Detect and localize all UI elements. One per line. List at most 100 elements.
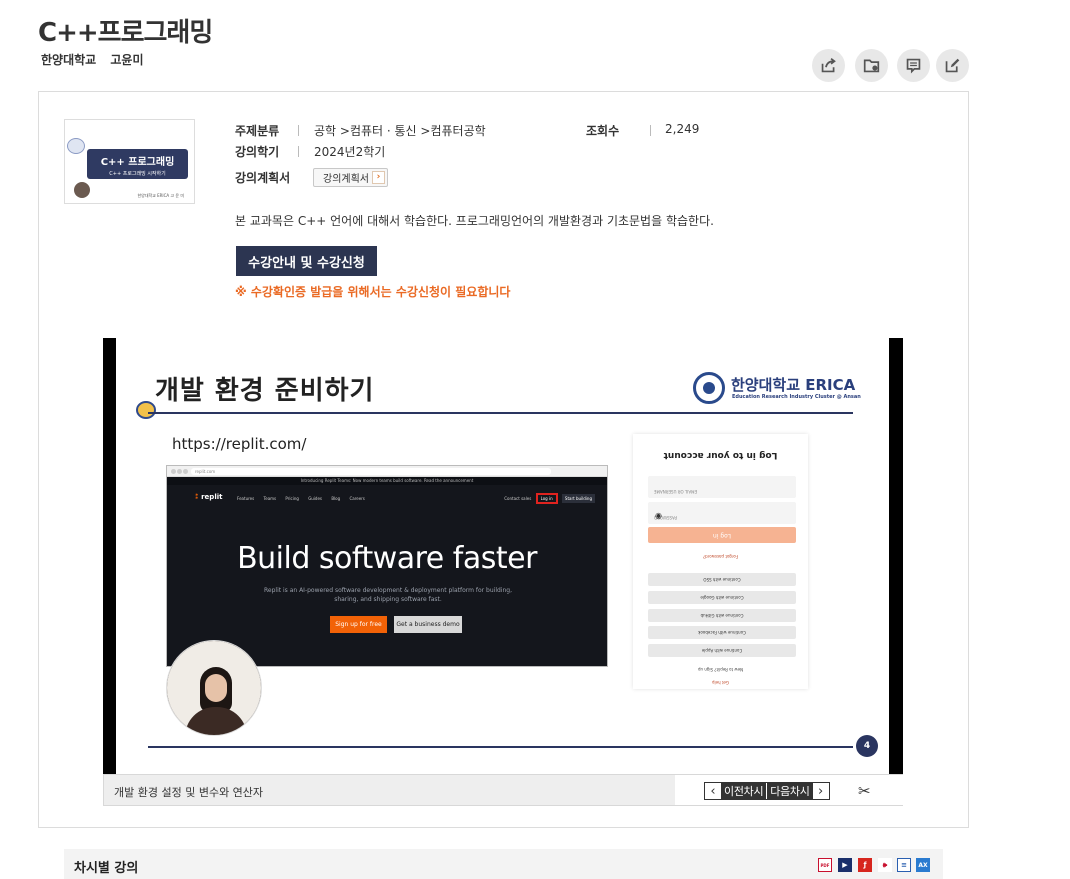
divider [650,125,651,136]
chevron-left-icon[interactable]: ‹ [705,783,721,799]
views-value: 2,249 [665,122,700,136]
github-button: Continue with GitHub [648,609,796,622]
forgot-password: Forgot password? [702,554,739,559]
professor-avatar [74,182,90,198]
mascot-icon [136,401,156,419]
login-card-title: Log in to your account [663,450,778,460]
webcam-face [205,674,227,702]
share-button[interactable] [812,49,845,82]
slide-divider [148,746,853,748]
divider [298,125,299,136]
folder-add-icon [863,59,880,73]
login-card-button: Log in [648,527,796,543]
replit-nav-links: Features Teams Pricing Guides Blog Caree… [237,496,373,501]
eye-icon: ◉ [655,511,662,520]
semester-value: 2024년2학기 [314,145,386,159]
signup-prompt: New to Replit? Sign up [697,667,744,672]
professor-name: 고윤미 [110,53,144,67]
thumbnail-badge: C++ 프로그래밍 C++ 프로그래밍 시작하기 [87,149,188,179]
video-icon[interactable]: ▶ [838,858,852,872]
document-icon[interactable]: ≡ [897,858,911,872]
flash-icon[interactable]: ƒ [858,858,872,872]
edit-icon [945,58,960,73]
views-label: 조회수 [586,124,620,138]
facebook-button: Continue with Facebook [648,626,796,639]
browser-address: replit.com [191,468,551,475]
signup-cta: Sign up for free [330,616,387,633]
login-highlight: Log in [535,493,558,504]
audio-icon[interactable]: 🕪 [878,858,892,872]
nav-link: Teams [263,496,277,501]
replit-logo: ⁑ replit [195,493,223,501]
slide-divider [148,412,853,414]
folder-add-button[interactable] [855,49,888,82]
thumbnail-subtitle: C++ 프로그래밍 시작하기 [109,171,166,177]
replit-nav-actions: Contact sales Log in Start building [504,493,595,504]
mascot-icon [67,138,85,154]
slide-url: https://replit.com/ [172,435,307,453]
browser-screenshot: replit.com Introducing Replit Teams: Now… [166,465,608,667]
slide-title: 개발 환경 준비하기 [155,376,375,406]
nav-link: Features [237,496,255,501]
nav-link: Guides [308,496,323,501]
video-player[interactable]: 개발 환경 준비하기 한양대학교 ERICA Education Researc… [103,338,903,774]
episode-nav: ‹ 이전차시 다음차시 › [704,782,830,800]
apple-button: Continue with Apple [648,644,796,657]
pdf-icon[interactable]: PDF [818,858,832,872]
browser-chrome: replit.com [167,466,607,477]
password-field: PASSWORD [648,502,796,524]
google-button: Continue with Google [648,591,796,604]
replit-nav: ⁑ replit Features Teams Pricing Guides B… [195,493,595,505]
divider [298,146,299,157]
video-control-bar: 개발 환경 설정 및 변수와 연산자 ‹ 이전차시 다음차시 › ✂ [103,774,903,806]
nav-link: Careers [349,496,365,501]
replit-lead: Replit is an AI-powered software develop… [264,587,512,603]
lecture-slide: 개발 환경 준비하기 한양대학교 ERICA Education Researc… [116,338,889,774]
chevron-right-icon: › [372,171,385,184]
start-building: Start building [561,494,595,503]
logo-subtitle: Education Research Industry Cluster @ An… [732,394,861,400]
category-value: 공학 >컴퓨터 · 통신 >컴퓨터공학 [314,124,486,138]
syllabus-button-label: 강의계획서 [323,174,369,185]
plan-label: 강의계획서 [235,171,291,185]
course-description: 본 교과목은 C++ 언어에 대해서 학습한다. 프로그래밍언어의 개발환경과 … [235,214,714,228]
lecture-title: 개발 환경 설정 및 변수와 연산자 [114,786,264,799]
edit-button[interactable] [936,49,969,82]
semester-label: 강의학기 [235,145,280,159]
category-label: 주제분류 [235,124,280,138]
chevron-right-icon[interactable]: › [813,783,829,799]
share-icon [821,58,836,73]
contact-sales: Contact sales [504,496,532,501]
syllabus-button[interactable]: 강의계획서 › [313,168,388,187]
browser-dot-icon [171,469,176,474]
course-title: C++프로그래밍 [38,18,213,48]
university-seal-icon [693,372,725,404]
logo-name: 한양대학교 ERICA [731,376,856,394]
course-meta: 한양대학교 고윤미 [41,51,154,68]
thumbnail-footer: 한양대학교 ERICA 고 윤 미 [137,193,184,198]
university-name: 한양대학교 [41,53,97,67]
next-episode-button[interactable]: 다음차시 [766,783,813,799]
browser-dot-icon [177,469,182,474]
scissors-icon[interactable]: ✂ [858,782,876,800]
browser-dot-icon [183,469,188,474]
section-title: 차시별 강의 [74,861,139,876]
instructor-webcam [166,640,262,736]
nav-link: Blog [331,496,341,501]
comment-button[interactable] [897,49,930,82]
announcement-banner: Introducing Replit Teams: Now modern tea… [167,477,607,485]
prev-episode-button[interactable]: 이전차시 [721,783,767,799]
format-label: PDF [820,862,830,868]
replit-brand: replit [201,493,223,501]
replit-login-card: Log in to your account EMAIL OR USERNAME… [633,434,808,689]
course-thumbnail: C++ 프로그래밍 C++ 프로그래밍 시작하기 한양대학교 ERICA 고 윤… [64,119,195,204]
enroll-warning: ※ 수강확인증 발급을 위해서는 수강신청이 필요합니다 [235,285,511,299]
comment-icon [906,58,921,74]
thumbnail-title: C++ 프로그래밍 [100,157,175,168]
enroll-button[interactable]: 수강안내 및 수강신청 [236,246,377,276]
episode-section-header: 차시별 강의 [64,849,943,879]
ax-icon[interactable]: AX [916,858,930,872]
nav-link: Pricing [285,496,299,501]
university-logo: 한양대학교 ERICA Education Research Industry … [693,372,861,406]
sso-button: Continue with SSO [648,573,796,586]
